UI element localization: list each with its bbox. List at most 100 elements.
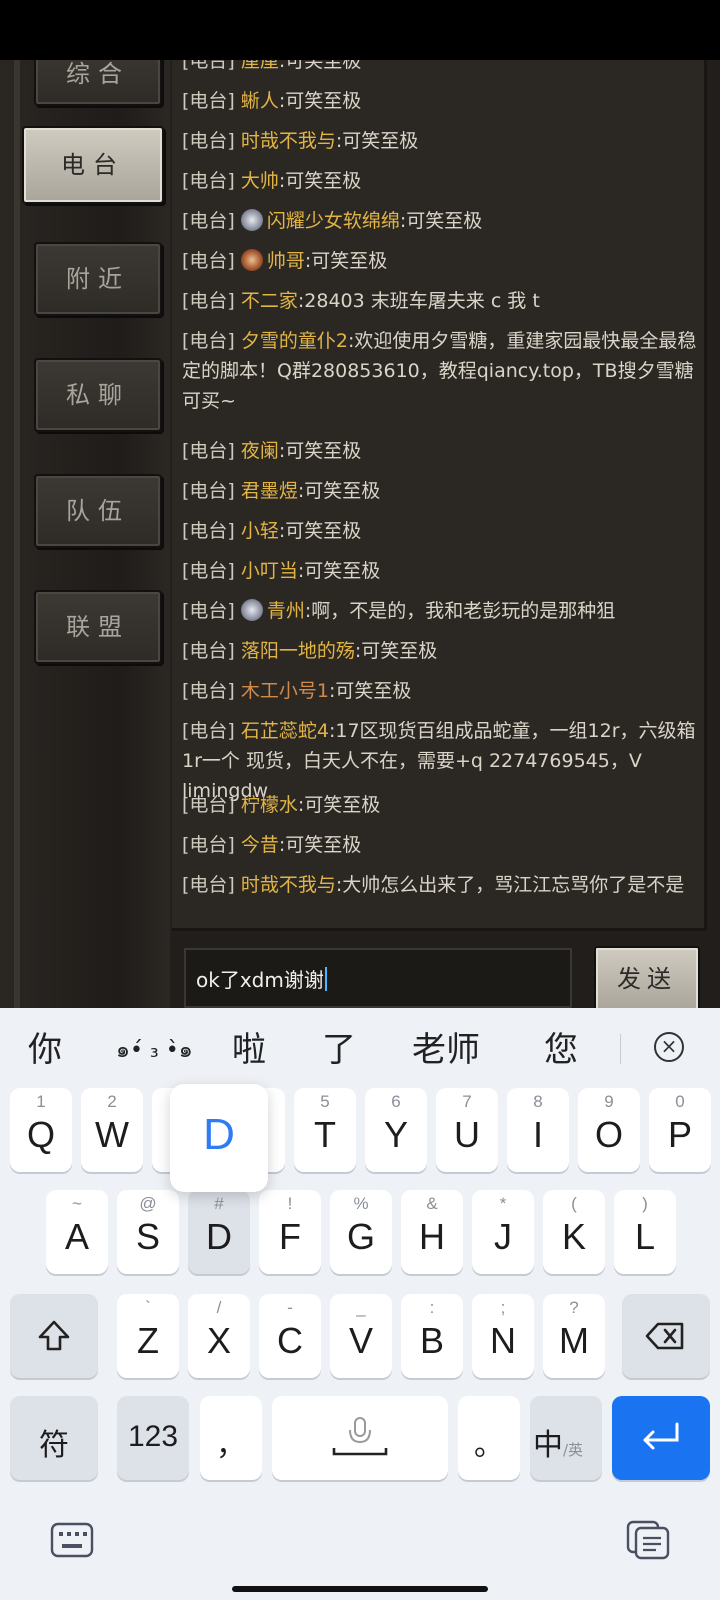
clipboard-icon[interactable]: [626, 1520, 670, 1560]
sender-name[interactable]: 夜阑: [241, 440, 279, 462]
tab-nearby[interactable]: 附近: [34, 242, 162, 316]
sender-name[interactable]: 今昔: [241, 834, 279, 856]
close-candidates-icon[interactable]: ×: [654, 1032, 684, 1062]
key-x[interactable]: / X: [188, 1294, 250, 1378]
key-d[interactable]: # D: [188, 1190, 250, 1274]
sender-name[interactable]: 闪耀少女软绵绵: [267, 210, 400, 232]
channel-tag: [电台]: [182, 600, 235, 622]
key-l[interactable]: ) L: [614, 1190, 676, 1274]
sender-name[interactable]: 柠檬水: [241, 794, 298, 816]
key-p[interactable]: 0P: [649, 1088, 711, 1172]
channel-tag: [电台]: [182, 210, 235, 232]
sender-name[interactable]: 石芷蕊蛇4: [241, 720, 329, 742]
channel-tag: [电台]: [182, 130, 235, 152]
sender-name[interactable]: 小轻: [241, 520, 279, 542]
tab-private-chat[interactable]: 私聊: [34, 358, 162, 432]
sender-name[interactable]: 厘厘: [241, 60, 279, 72]
sender-name[interactable]: 君墨煜: [241, 480, 298, 502]
candidate-word[interactable]: 你: [28, 1022, 62, 1071]
channel-tag: [电台]: [182, 440, 235, 462]
shift-key[interactable]: [10, 1294, 98, 1378]
candidate-word[interactable]: 您: [544, 1022, 578, 1071]
channel-tag: [电台]: [182, 794, 235, 816]
sender-name[interactable]: 夕雪的童仆2: [241, 330, 348, 352]
soft-keyboard: 你 ๑•́ ₃ •̀๑ 啦 了 老师 您 × 1Q 2W 3E 4R 5T 6Y…: [0, 1008, 720, 1600]
key-h[interactable]: & H: [401, 1190, 463, 1274]
key-k[interactable]: (K: [543, 1190, 605, 1274]
key-j[interactable]: * J: [472, 1190, 534, 1274]
shift-icon: [38, 1320, 70, 1351]
tab-team[interactable]: 队伍: [34, 474, 162, 548]
key-i[interactable]: 8I: [507, 1088, 569, 1172]
key-o[interactable]: 9O: [578, 1088, 640, 1172]
sender-name[interactable]: 小叮当: [241, 560, 298, 582]
key-g[interactable]: % G: [330, 1190, 392, 1274]
chat-message: [电台] 时哉不我与:大帅怎么出来了，骂江江忘骂你了是不是: [182, 870, 702, 900]
chat-input[interactable]: ok了xdm谢谢: [184, 948, 572, 1008]
key-q[interactable]: 1Q: [10, 1088, 72, 1172]
tab-general[interactable]: 综合: [34, 60, 162, 106]
sender-name[interactable]: 木工小号1: [241, 680, 329, 702]
key-m[interactable]: ? M: [543, 1294, 605, 1378]
symbol-key[interactable]: 符: [10, 1396, 98, 1480]
message-text: :可笑至极: [278, 60, 362, 72]
enter-key[interactable]: [612, 1396, 710, 1480]
tab-alliance[interactable]: 联盟: [34, 590, 162, 664]
sender-name[interactable]: 不二家: [241, 290, 298, 312]
key-z[interactable]: ` Z: [117, 1294, 179, 1378]
message-text: :可笑至极: [297, 480, 381, 502]
space-key[interactable]: [272, 1396, 448, 1480]
channel-tag: [电台]: [182, 874, 235, 896]
chat-log[interactable]: [电台] 厘厘:可笑至极 [电台] 蜥人:可笑至极 [电台] 时哉不我与:可笑至…: [172, 60, 707, 931]
tab-radio[interactable]: 电台: [22, 126, 164, 204]
sender-name[interactable]: 时哉不我与: [241, 874, 336, 896]
key-t[interactable]: 5T: [294, 1088, 356, 1172]
language-switch-key[interactable]: 中/英: [530, 1396, 602, 1480]
backspace-key[interactable]: [622, 1294, 710, 1378]
message-text: :可笑至极: [297, 560, 381, 582]
key-a[interactable]: ~ A: [46, 1190, 108, 1274]
key-b[interactable]: :B: [401, 1294, 463, 1378]
message-text: :可笑至极: [278, 440, 362, 462]
tab-label: 电台: [61, 151, 125, 179]
key-f[interactable]: ! F: [259, 1190, 321, 1274]
chat-message: [电台] 大帅:可笑至极: [182, 166, 702, 196]
key-n[interactable]: ; N: [472, 1294, 534, 1378]
key-v[interactable]: _ V: [330, 1294, 392, 1378]
channel-tag: [电台]: [182, 170, 235, 192]
key-u[interactable]: 7U: [436, 1088, 498, 1172]
candidate-word[interactable]: 啦: [232, 1022, 266, 1071]
chat-message: [电台] 夜阑:可笑至极: [182, 436, 702, 466]
message-text: :28403 末班车屠夫来 c 我 t: [297, 290, 540, 312]
key-s[interactable]: @ S: [117, 1190, 179, 1274]
sender-name[interactable]: 帅哥: [267, 250, 305, 272]
message-text: :可笑至极: [354, 640, 438, 662]
candidate-word[interactable]: 老师: [412, 1022, 480, 1071]
sender-name[interactable]: 蜥人: [241, 90, 279, 112]
chat-message: [电台] 小叮当:可笑至极: [182, 556, 702, 586]
key-c[interactable]: -C: [259, 1294, 321, 1378]
message-text: :可笑至极: [278, 170, 362, 192]
channel-tag: [电台]: [182, 480, 235, 502]
key-y[interactable]: 6Y: [365, 1088, 427, 1172]
number-key[interactable]: 123: [117, 1396, 189, 1480]
keyboard-icon[interactable]: [50, 1522, 94, 1558]
sender-name[interactable]: 时哉不我与: [241, 130, 336, 152]
sender-name[interactable]: 大帅: [241, 170, 279, 192]
chat-input-value: ok了xdm谢谢: [196, 964, 327, 993]
channel-tag: [电台]: [182, 520, 235, 542]
key-w[interactable]: 2W: [81, 1088, 143, 1172]
sender-name[interactable]: 青州: [267, 600, 305, 622]
comma-key[interactable]: ，: [200, 1396, 262, 1480]
candidate-word[interactable]: ๑•́ ₃ •̀๑: [116, 1032, 193, 1067]
chat-message: [电台] 厘厘:可笑至极: [182, 60, 702, 76]
tab-label: 联盟: [66, 613, 130, 641]
message-text: :可笑至极: [278, 520, 362, 542]
send-button[interactable]: 发送: [594, 946, 700, 1008]
period-key[interactable]: 。: [458, 1396, 520, 1480]
sender-name[interactable]: 落阳一地的殇: [241, 640, 355, 662]
tab-label: 附近: [66, 265, 130, 293]
chat-message: [电台] 君墨煜:可笑至极: [182, 476, 702, 506]
candidate-word[interactable]: 了: [322, 1022, 356, 1071]
home-indicator[interactable]: [232, 1586, 488, 1592]
